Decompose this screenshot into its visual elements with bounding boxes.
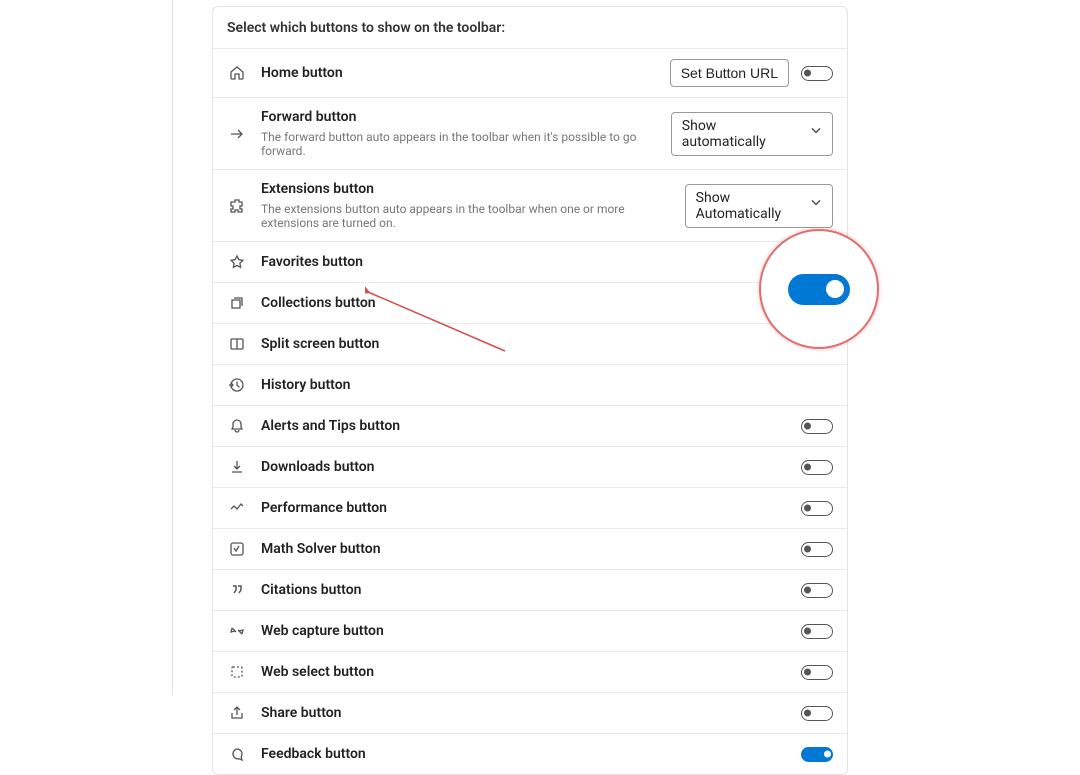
- capture-icon: [227, 621, 247, 641]
- row-alerts: Alerts and Tips button: [213, 406, 847, 447]
- chevron-down-icon: [810, 196, 822, 212]
- split-screen-toggle-highlight[interactable]: [788, 274, 850, 305]
- chevron-down-icon: [810, 124, 822, 140]
- downloads-label: Downloads button: [261, 459, 801, 475]
- performance-toggle[interactable]: [801, 501, 833, 516]
- row-history: History button: [213, 365, 847, 406]
- split-screen-icon: [227, 334, 247, 354]
- row-forward: Forward button The forward button auto a…: [213, 98, 847, 170]
- favorites-label: Favorites button: [261, 254, 801, 270]
- forward-select-value: Show automatically: [682, 118, 800, 150]
- row-performance: Performance button: [213, 488, 847, 529]
- row-favorites: Favorites button: [213, 242, 847, 283]
- extensions-select[interactable]: Show Automatically: [685, 184, 833, 228]
- select-toggle[interactable]: [801, 665, 833, 680]
- forward-label: Forward button: [261, 109, 671, 125]
- select-icon: [227, 662, 247, 682]
- extensions-icon: [227, 196, 247, 216]
- row-capture: Web capture button: [213, 611, 847, 652]
- collections-label: Collections button: [261, 295, 801, 311]
- extensions-desc: The extensions button auto appears in th…: [261, 202, 685, 230]
- feedback-toggle[interactable]: [801, 747, 833, 762]
- history-icon: [227, 375, 247, 395]
- split-label: Split screen button: [261, 336, 801, 352]
- set-button-url[interactable]: Set Button URL: [670, 59, 789, 87]
- row-home: Home button Set Button URL: [213, 49, 847, 98]
- home-toggle[interactable]: [801, 66, 833, 81]
- capture-label: Web capture button: [261, 623, 801, 639]
- performance-label: Performance button: [261, 500, 801, 516]
- alerts-toggle[interactable]: [801, 419, 833, 434]
- forward-select[interactable]: Show automatically: [671, 112, 833, 156]
- share-icon: [227, 703, 247, 723]
- forward-icon: [227, 124, 247, 144]
- home-label: Home button: [261, 65, 670, 81]
- sidebar-divider: [172, 0, 173, 695]
- math-toggle[interactable]: [801, 542, 833, 557]
- forward-desc: The forward button auto appears in the t…: [261, 130, 671, 158]
- math-label: Math Solver button: [261, 541, 801, 557]
- extensions-label: Extensions button: [261, 181, 685, 197]
- extensions-select-value: Show Automatically: [696, 190, 800, 222]
- collections-icon: [227, 293, 247, 313]
- row-feedback: Feedback button: [213, 734, 847, 774]
- row-select: Web select button: [213, 652, 847, 693]
- row-extensions: Extensions button The extensions button …: [213, 170, 847, 242]
- share-toggle[interactable]: [801, 706, 833, 721]
- toolbar-buttons-panel: Select which buttons to show on the tool…: [212, 6, 848, 775]
- row-math: Math Solver button: [213, 529, 847, 570]
- row-split-screen: Split screen button: [213, 324, 847, 365]
- feedback-icon: [227, 744, 247, 764]
- row-collections: Collections button: [213, 283, 847, 324]
- downloads-toggle[interactable]: [801, 460, 833, 475]
- row-citations: Citations button: [213, 570, 847, 611]
- row-share: Share button: [213, 693, 847, 734]
- row-downloads: Downloads button: [213, 447, 847, 488]
- favorites-icon: [227, 252, 247, 272]
- downloads-icon: [227, 457, 247, 477]
- panel-header: Select which buttons to show on the tool…: [213, 7, 847, 49]
- annotation-circle: [759, 229, 879, 349]
- history-label: History button: [261, 377, 833, 393]
- home-icon: [227, 63, 247, 83]
- citations-toggle[interactable]: [801, 583, 833, 598]
- feedback-label: Feedback button: [261, 746, 801, 762]
- performance-icon: [227, 498, 247, 518]
- select-label: Web select button: [261, 664, 801, 680]
- citations-label: Citations button: [261, 582, 801, 598]
- capture-toggle[interactable]: [801, 624, 833, 639]
- alerts-label: Alerts and Tips button: [261, 418, 801, 434]
- math-icon: [227, 539, 247, 559]
- citations-icon: [227, 580, 247, 600]
- alerts-icon: [227, 416, 247, 436]
- share-label: Share button: [261, 705, 801, 721]
